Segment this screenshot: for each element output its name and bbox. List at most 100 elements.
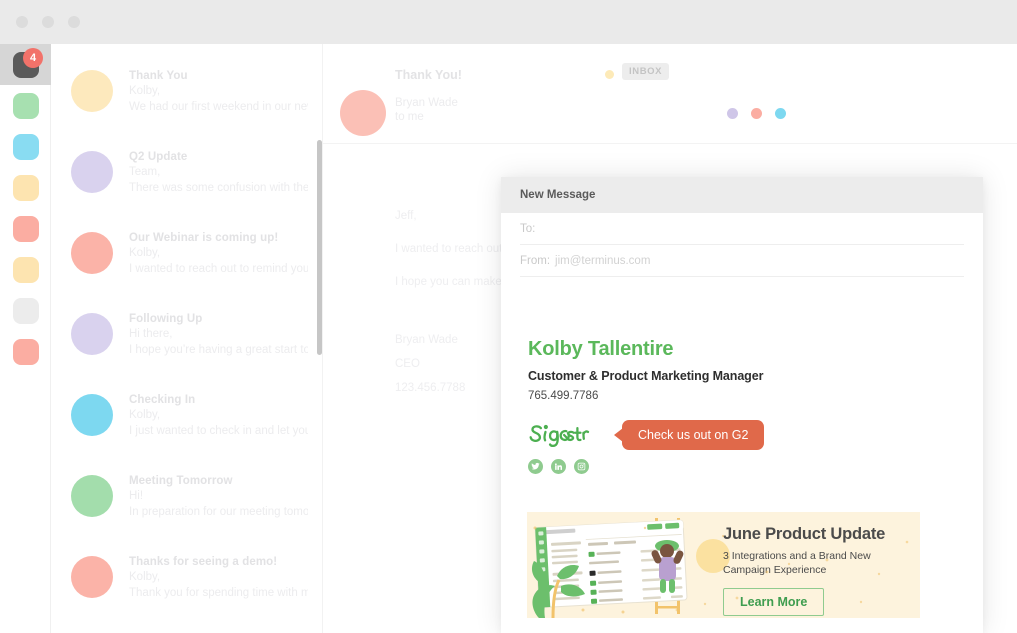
from-value: jim@terminus.com [555,254,651,267]
list-item-subject: Our Webinar is coming up! [129,232,279,244]
list-item-subject: Thank You [129,70,188,82]
folder-green-icon [12,92,39,119]
window-titlebar [0,0,1017,44]
list-item-line2: I just wanted to check in and let you k [129,424,308,437]
minimize-icon[interactable] [42,16,54,28]
folder-blue-icon [12,133,39,160]
list-item[interactable]: Thanks for seeing a demo! Kolby, Thank y… [51,530,322,611]
banner-illustration [527,512,699,618]
rail-item-folder-yellow[interactable] [0,167,51,208]
status-badge: INBOX [622,63,670,80]
g2-callout-button[interactable]: Check us out on G2 [613,420,765,450]
from-field[interactable]: From: jim@terminus.com [520,245,964,277]
list-item-line1: Kolby, [129,571,161,583]
list-item-line1: Hi! [129,490,144,502]
rail-item-folder-blue[interactable] [0,126,51,167]
list-item-subject: Checking In [129,394,196,406]
email-signature: Kolby Tallentire Customer & Product Mark… [501,277,983,474]
list-item-text: Thank You Kolby, We had our first weeken… [129,56,308,125]
signature-name: Kolby Tallentire [528,338,674,360]
list-item-subject: Thanks for seeing a demo! [129,556,278,568]
compose-title: New Message [520,189,596,201]
rail-item-folder-grey[interactable] [0,290,51,331]
thread-action-dots[interactable] [727,108,786,119]
close-icon[interactable] [16,16,28,28]
icon-rail: 4 [0,44,51,633]
rail-item-inbox[interactable]: 4 [0,44,51,85]
learn-more-button[interactable]: Learn More [723,588,825,616]
rail-item-folder-salmon[interactable] [0,208,51,249]
list-item-text: Our Webinar is coming up! Kolby, I wante… [129,218,308,287]
avatar [71,70,113,112]
list-item-text: Following Up Hi there, I hope you’re hav… [129,299,308,368]
list-item[interactable]: Thank You Kolby, We had our first weeken… [51,44,322,125]
app-window: 4 Thank You Kolby, We had our first week… [0,0,1017,633]
folder-yellow-icon [12,174,39,201]
inbox-unread-badge: 4 [23,48,43,68]
sigstr-logo-icon [529,424,590,448]
signature-logo-row: Check us out on G2 [528,420,983,450]
banner-subtitle: 3 Integrations and a Brand New Campaign … [723,550,871,576]
rail-item-folder-pink[interactable] [0,331,51,372]
list-item-subject: Meeting Tomorrow [129,475,233,487]
compose-fields: To: From: jim@terminus.com [501,213,983,277]
instagram-icon[interactable] [574,459,589,474]
list-item-subject: Following Up [129,313,203,325]
list-item-line2: We had our first weekend in our newly [129,100,308,113]
banner-title: June Product Update [723,525,886,543]
list-item-text: Meeting Tomorrow Hi! In preparation for … [129,461,308,530]
rail-item-folder-green[interactable] [0,85,51,126]
signature-role: Customer & Product Marketing Manager [528,369,764,383]
avatar [71,313,113,355]
email-list[interactable]: Thank You Kolby, We had our first weeken… [51,44,323,633]
list-item-subject: Q2 Update [129,151,188,163]
linkedin-icon[interactable] [551,459,566,474]
list-item[interactable]: Q2 Update Team, There was some confusion… [51,125,322,206]
list-item[interactable]: Meeting Tomorrow Hi! In preparation for … [51,449,322,530]
list-item-line1: Kolby, [129,409,161,421]
list-item[interactable]: Following Up Hi there, I hope you’re hav… [51,287,322,368]
avatar [71,151,113,193]
label-dot-icon [605,70,614,79]
rail-item-folder-cream[interactable] [0,249,51,290]
folder-salmon-icon [12,215,39,242]
avatar [340,90,386,136]
to-field[interactable]: To: [520,213,964,245]
list-item-line2: Thank you for spending time with me [129,586,308,599]
folder-pink-icon [12,338,39,365]
dot-purple-icon[interactable] [727,108,738,119]
list-item-line2: I hope you’re having a great start to th [129,343,308,356]
thread-subject: Thank You! [395,68,462,82]
list-item-line2: In preparation for our meeting tomorr [129,505,308,518]
avatar [71,475,113,517]
avatar [71,556,113,598]
list-item-line2: There was some confusion with the ti [129,181,308,194]
thread-header: Thank You! Bryan Wade to me INBOX [323,44,1017,144]
dot-salmon-icon[interactable] [751,108,762,119]
traffic-lights [16,16,80,28]
signature-phone: 765.499.7786 [528,390,599,402]
to-label: To: [520,222,536,235]
social-links [528,459,983,474]
avatar [71,394,113,436]
list-item[interactable]: Our Webinar is coming up! Kolby, I wante… [51,206,322,287]
list-item-line1: Hi there, [129,328,173,340]
avatar [71,232,113,274]
folder-cream-icon [12,256,39,283]
folder-grey-icon [12,297,39,324]
list-item-line1: Kolby, [129,85,161,97]
compose-header[interactable]: New Message [501,177,983,213]
list-item-line1: Team, [129,166,161,178]
twitter-icon[interactable] [528,459,543,474]
email-list-scrollbar[interactable] [317,140,322,355]
list-item-line1: Kolby, [129,247,161,259]
list-item[interactable]: Checking In Kolby, I just wanted to chec… [51,368,322,449]
signature-banner[interactable]: June Product Update 3 Integrations and a… [527,512,920,618]
thread-recipient: to me [395,111,424,123]
list-item-text: Thanks for seeing a demo! Kolby, Thank y… [129,542,308,611]
banner-content: June Product Update 3 Integrations and a… [723,525,898,616]
maximize-icon[interactable] [68,16,80,28]
dot-blue-icon[interactable] [775,108,786,119]
from-label: From: [520,254,551,267]
list-item-text: Checking In Kolby, I just wanted to chec… [129,380,308,449]
